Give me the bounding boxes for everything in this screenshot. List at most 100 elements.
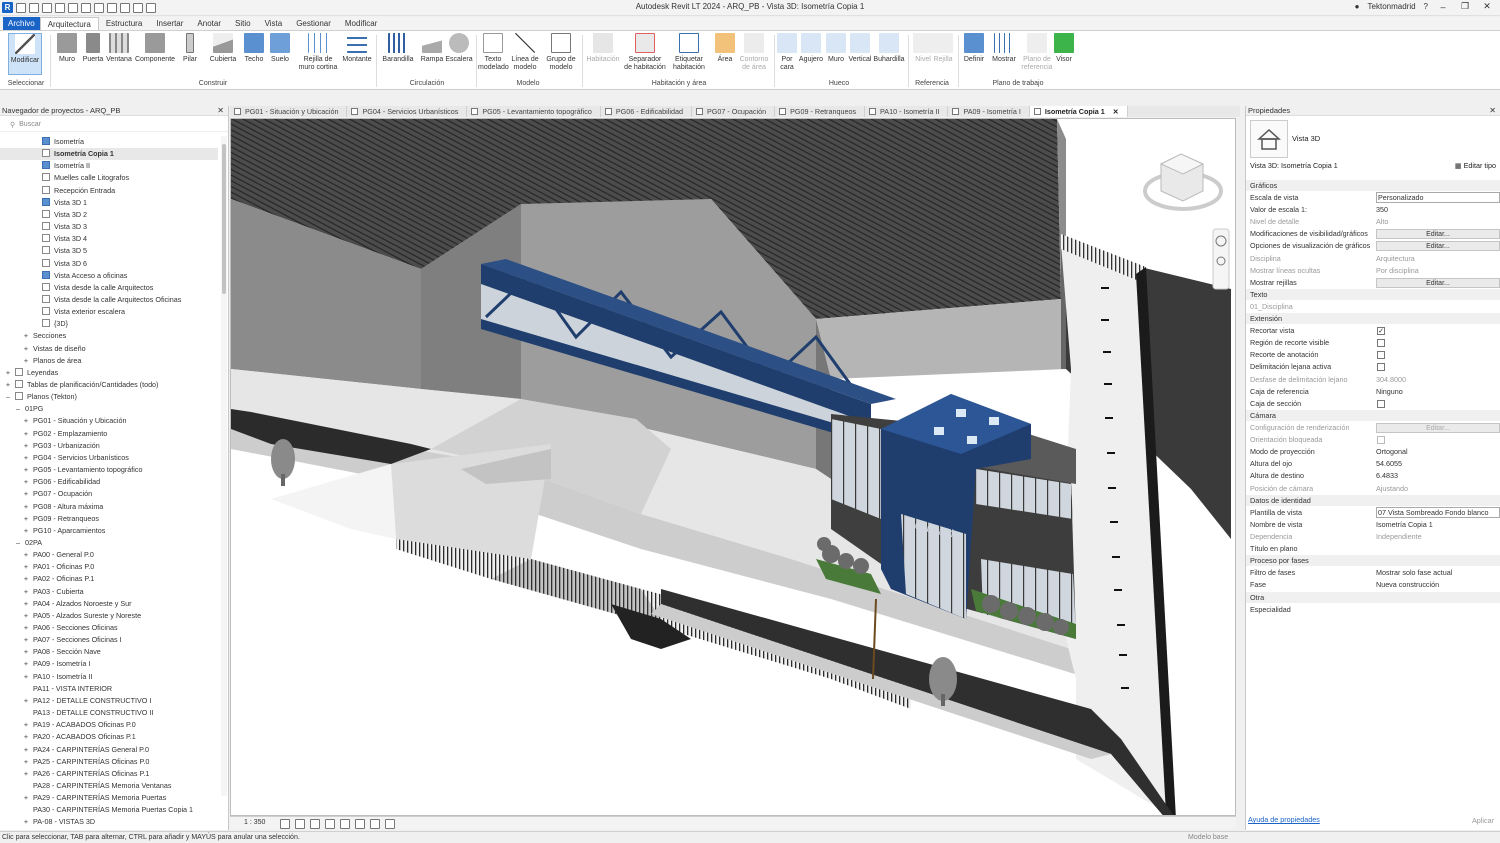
browser-item[interactable]: + PG04 - Servicios Urbanísticos: [0, 452, 129, 464]
expand-icon[interactable]: +: [22, 428, 30, 440]
browser-item[interactable]: Isometría: [0, 136, 84, 148]
navigation-bar[interactable]: [1212, 228, 1230, 290]
show-crop-icon[interactable]: [355, 819, 365, 829]
area-boundary-button[interactable]: Contorno de área: [736, 33, 772, 72]
browser-item[interactable]: {3D}: [0, 318, 68, 330]
property-checkbox[interactable]: ✓: [1377, 327, 1385, 335]
tab-gestionar[interactable]: Gestionar: [289, 17, 338, 30]
expand-icon[interactable]: +: [22, 671, 30, 683]
browser-item[interactable]: + PG03 - Urbanización: [0, 440, 100, 452]
browser-item[interactable]: Isometría Copia 1: [0, 148, 218, 161]
restore-icon[interactable]: ❐: [1458, 1, 1472, 12]
browser-item[interactable]: Muelles calle Litografos: [0, 172, 129, 184]
stair-button[interactable]: Escalera: [444, 33, 474, 64]
hide-isolate-icon[interactable]: [385, 819, 395, 829]
tab-sitio[interactable]: Sitio: [228, 17, 258, 30]
doc-tab[interactable]: PG04 - Servicios Urbanísticos: [347, 106, 468, 117]
browser-item[interactable]: + PA10 - Isometría II: [0, 671, 93, 683]
browser-item[interactable]: –02PA: [0, 537, 42, 549]
expand-icon[interactable]: +: [22, 586, 30, 598]
user-icon[interactable]: ●: [1355, 2, 1360, 11]
edit-button[interactable]: Editar...: [1376, 278, 1500, 288]
browser-item[interactable]: Vista desde la calle Arquitectos: [0, 282, 153, 294]
browser-item[interactable]: + PA08 - Sección Nave: [0, 646, 101, 658]
ramp-button[interactable]: Rampa: [417, 33, 447, 64]
expand-icon[interactable]: +: [22, 658, 30, 670]
property-checkbox[interactable]: [1377, 436, 1385, 444]
browser-item[interactable]: Isometría II: [0, 160, 90, 172]
edit-button[interactable]: Editar...: [1376, 423, 1500, 433]
property-section[interactable]: Extensión: [1246, 313, 1500, 324]
tag-room-button[interactable]: Etiquetar habitación: [670, 33, 708, 72]
property-value[interactable]: 54.6055: [1376, 458, 1500, 470]
group-label-habitacion-area[interactable]: Habitación y área: [586, 80, 772, 87]
property-value[interactable]: 304.8000: [1376, 374, 1500, 386]
expand-icon[interactable]: +: [22, 476, 30, 488]
expand-icon[interactable]: +: [22, 816, 30, 824]
browser-item[interactable]: + PG01 - Situación y Ubicación: [0, 415, 127, 427]
expand-icon[interactable]: +: [22, 343, 30, 355]
property-checkbox[interactable]: [1377, 339, 1385, 347]
expand-icon[interactable]: +: [22, 744, 30, 756]
browser-item[interactable]: Vista exterior escalera: [0, 306, 125, 318]
expand-icon[interactable]: +: [22, 464, 30, 476]
property-section[interactable]: Texto: [1246, 289, 1500, 300]
browser-item[interactable]: Vista 3D 3: [0, 221, 87, 233]
workset-label[interactable]: Modelo base: [1188, 832, 1228, 843]
property-section[interactable]: Otra: [1246, 592, 1500, 603]
browser-item[interactable]: PA13 - DETALLE CONSTRUCTIVO II: [0, 707, 153, 719]
scale-label[interactable]: 1 : 350: [244, 819, 265, 826]
doc-tab[interactable]: PG01 - Situación y Ubicación: [230, 106, 348, 117]
browser-item[interactable]: + PA20 - ACABADOS Oficinas P.1: [0, 731, 136, 743]
close-icon[interactable]: ✕: [1480, 1, 1494, 12]
expand-icon[interactable]: +: [22, 573, 30, 585]
browser-item[interactable]: –01PG: [0, 403, 43, 415]
building-render[interactable]: GrupaMa: [231, 119, 1236, 816]
expand-icon[interactable]: +: [22, 549, 30, 561]
browser-item[interactable]: PA11 - VISTA INTERIOR: [0, 683, 112, 695]
tab-archivo[interactable]: Archivo: [3, 17, 40, 30]
doc-tab[interactable]: PA10 - Isometría II: [865, 106, 949, 117]
browser-item[interactable]: Vista 3D 5: [0, 245, 87, 257]
browser-item[interactable]: + PG07 - Ocupación: [0, 488, 92, 500]
edit-button[interactable]: Editar...: [1376, 241, 1500, 251]
expand-icon[interactable]: +: [22, 513, 30, 525]
browser-item[interactable]: + Planos de área: [0, 355, 81, 367]
browser-item[interactable]: + PA12 - DETALLE CONSTRUCTIVO I: [0, 695, 151, 707]
property-value[interactable]: 6.4833: [1376, 470, 1500, 482]
edit-button[interactable]: Editar...: [1376, 229, 1500, 239]
browser-item[interactable]: Vista 3D 4: [0, 233, 87, 245]
room-separator-button[interactable]: Separador de habitación: [622, 33, 668, 72]
browser-item[interactable]: + PA04 - Alzados Noroeste y Sur: [0, 598, 132, 610]
tab-anotar[interactable]: Anotar: [190, 17, 228, 30]
browser-item[interactable]: + PG09 - Retranqueos: [0, 513, 99, 525]
browser-item[interactable]: + PA01 - Oficinas P.0: [0, 561, 94, 573]
expand-icon[interactable]: +: [22, 731, 30, 743]
shadows-icon[interactable]: [325, 819, 335, 829]
property-checkbox[interactable]: [1377, 363, 1385, 371]
expand-icon[interactable]: +: [22, 440, 30, 452]
expand-icon[interactable]: +: [22, 525, 30, 537]
floor-button[interactable]: Suelo: [265, 33, 295, 64]
browser-item[interactable]: + PG05 - Levantamiento topográfico: [0, 464, 143, 476]
browser-item[interactable]: + PA02 - Oficinas P.1: [0, 573, 94, 585]
property-section[interactable]: Cámara: [1246, 410, 1500, 421]
expand-icon[interactable]: +: [22, 622, 30, 634]
browser-item[interactable]: PA30 - CARPINTERÍAS Memoria Puertas Copi…: [0, 804, 193, 816]
show-workplane-button[interactable]: Mostrar: [989, 33, 1019, 64]
browser-item[interactable]: Vista desde la calle Arquitectos Oficina…: [0, 294, 181, 306]
model-group-button[interactable]: Grupo de modelo: [544, 33, 578, 72]
crop-view-icon[interactable]: [340, 819, 350, 829]
browser-item[interactable]: + Leyendas: [0, 367, 58, 379]
expand-icon[interactable]: +: [22, 598, 30, 610]
browser-item[interactable]: PA28 - CARPINTERÍAS Memoria Ventanas: [0, 780, 171, 792]
room-button[interactable]: Habitación: [586, 33, 620, 64]
close-icon[interactable]: ✕: [217, 106, 224, 116]
browser-search[interactable]: ⚲ Buscar: [0, 118, 228, 132]
tab-modificar[interactable]: Modificar: [338, 17, 384, 30]
property-value[interactable]: Nueva construcción: [1376, 579, 1500, 591]
property-value[interactable]: [1376, 604, 1500, 616]
roof-button[interactable]: Cubierta: [208, 33, 238, 64]
tab-vista[interactable]: Vista: [258, 17, 290, 30]
property-value[interactable]: 350: [1376, 204, 1500, 216]
